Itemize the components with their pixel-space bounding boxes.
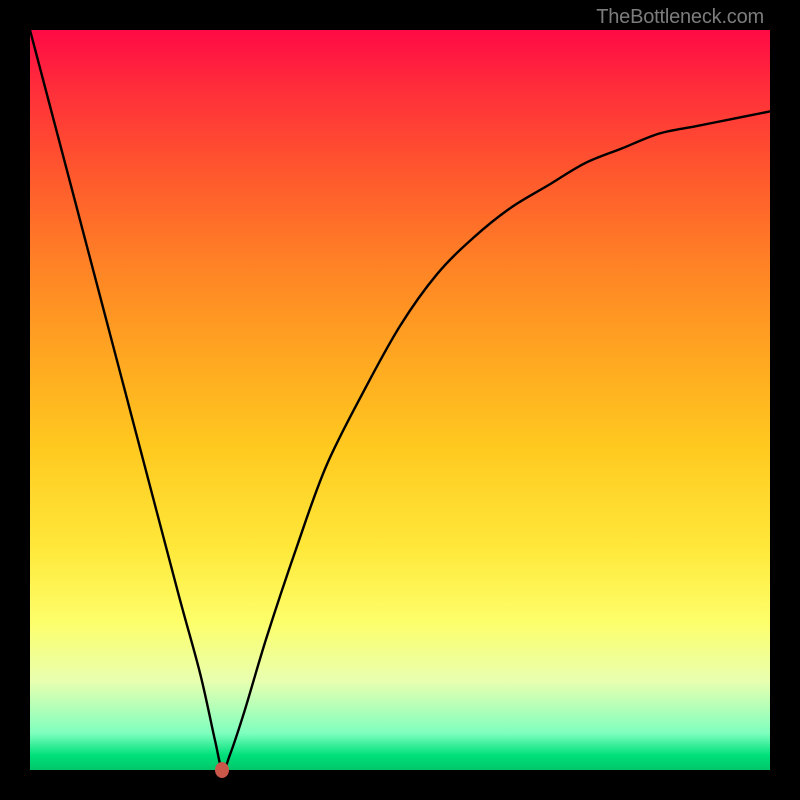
bottleneck-curve-path <box>30 30 770 770</box>
watermark-text: TheBottleneck.com <box>596 6 764 29</box>
curve-layer <box>30 30 770 770</box>
chart-frame: TheBottleneck.com <box>0 0 800 800</box>
plot-area <box>30 30 770 770</box>
optimal-point-marker <box>215 762 229 778</box>
